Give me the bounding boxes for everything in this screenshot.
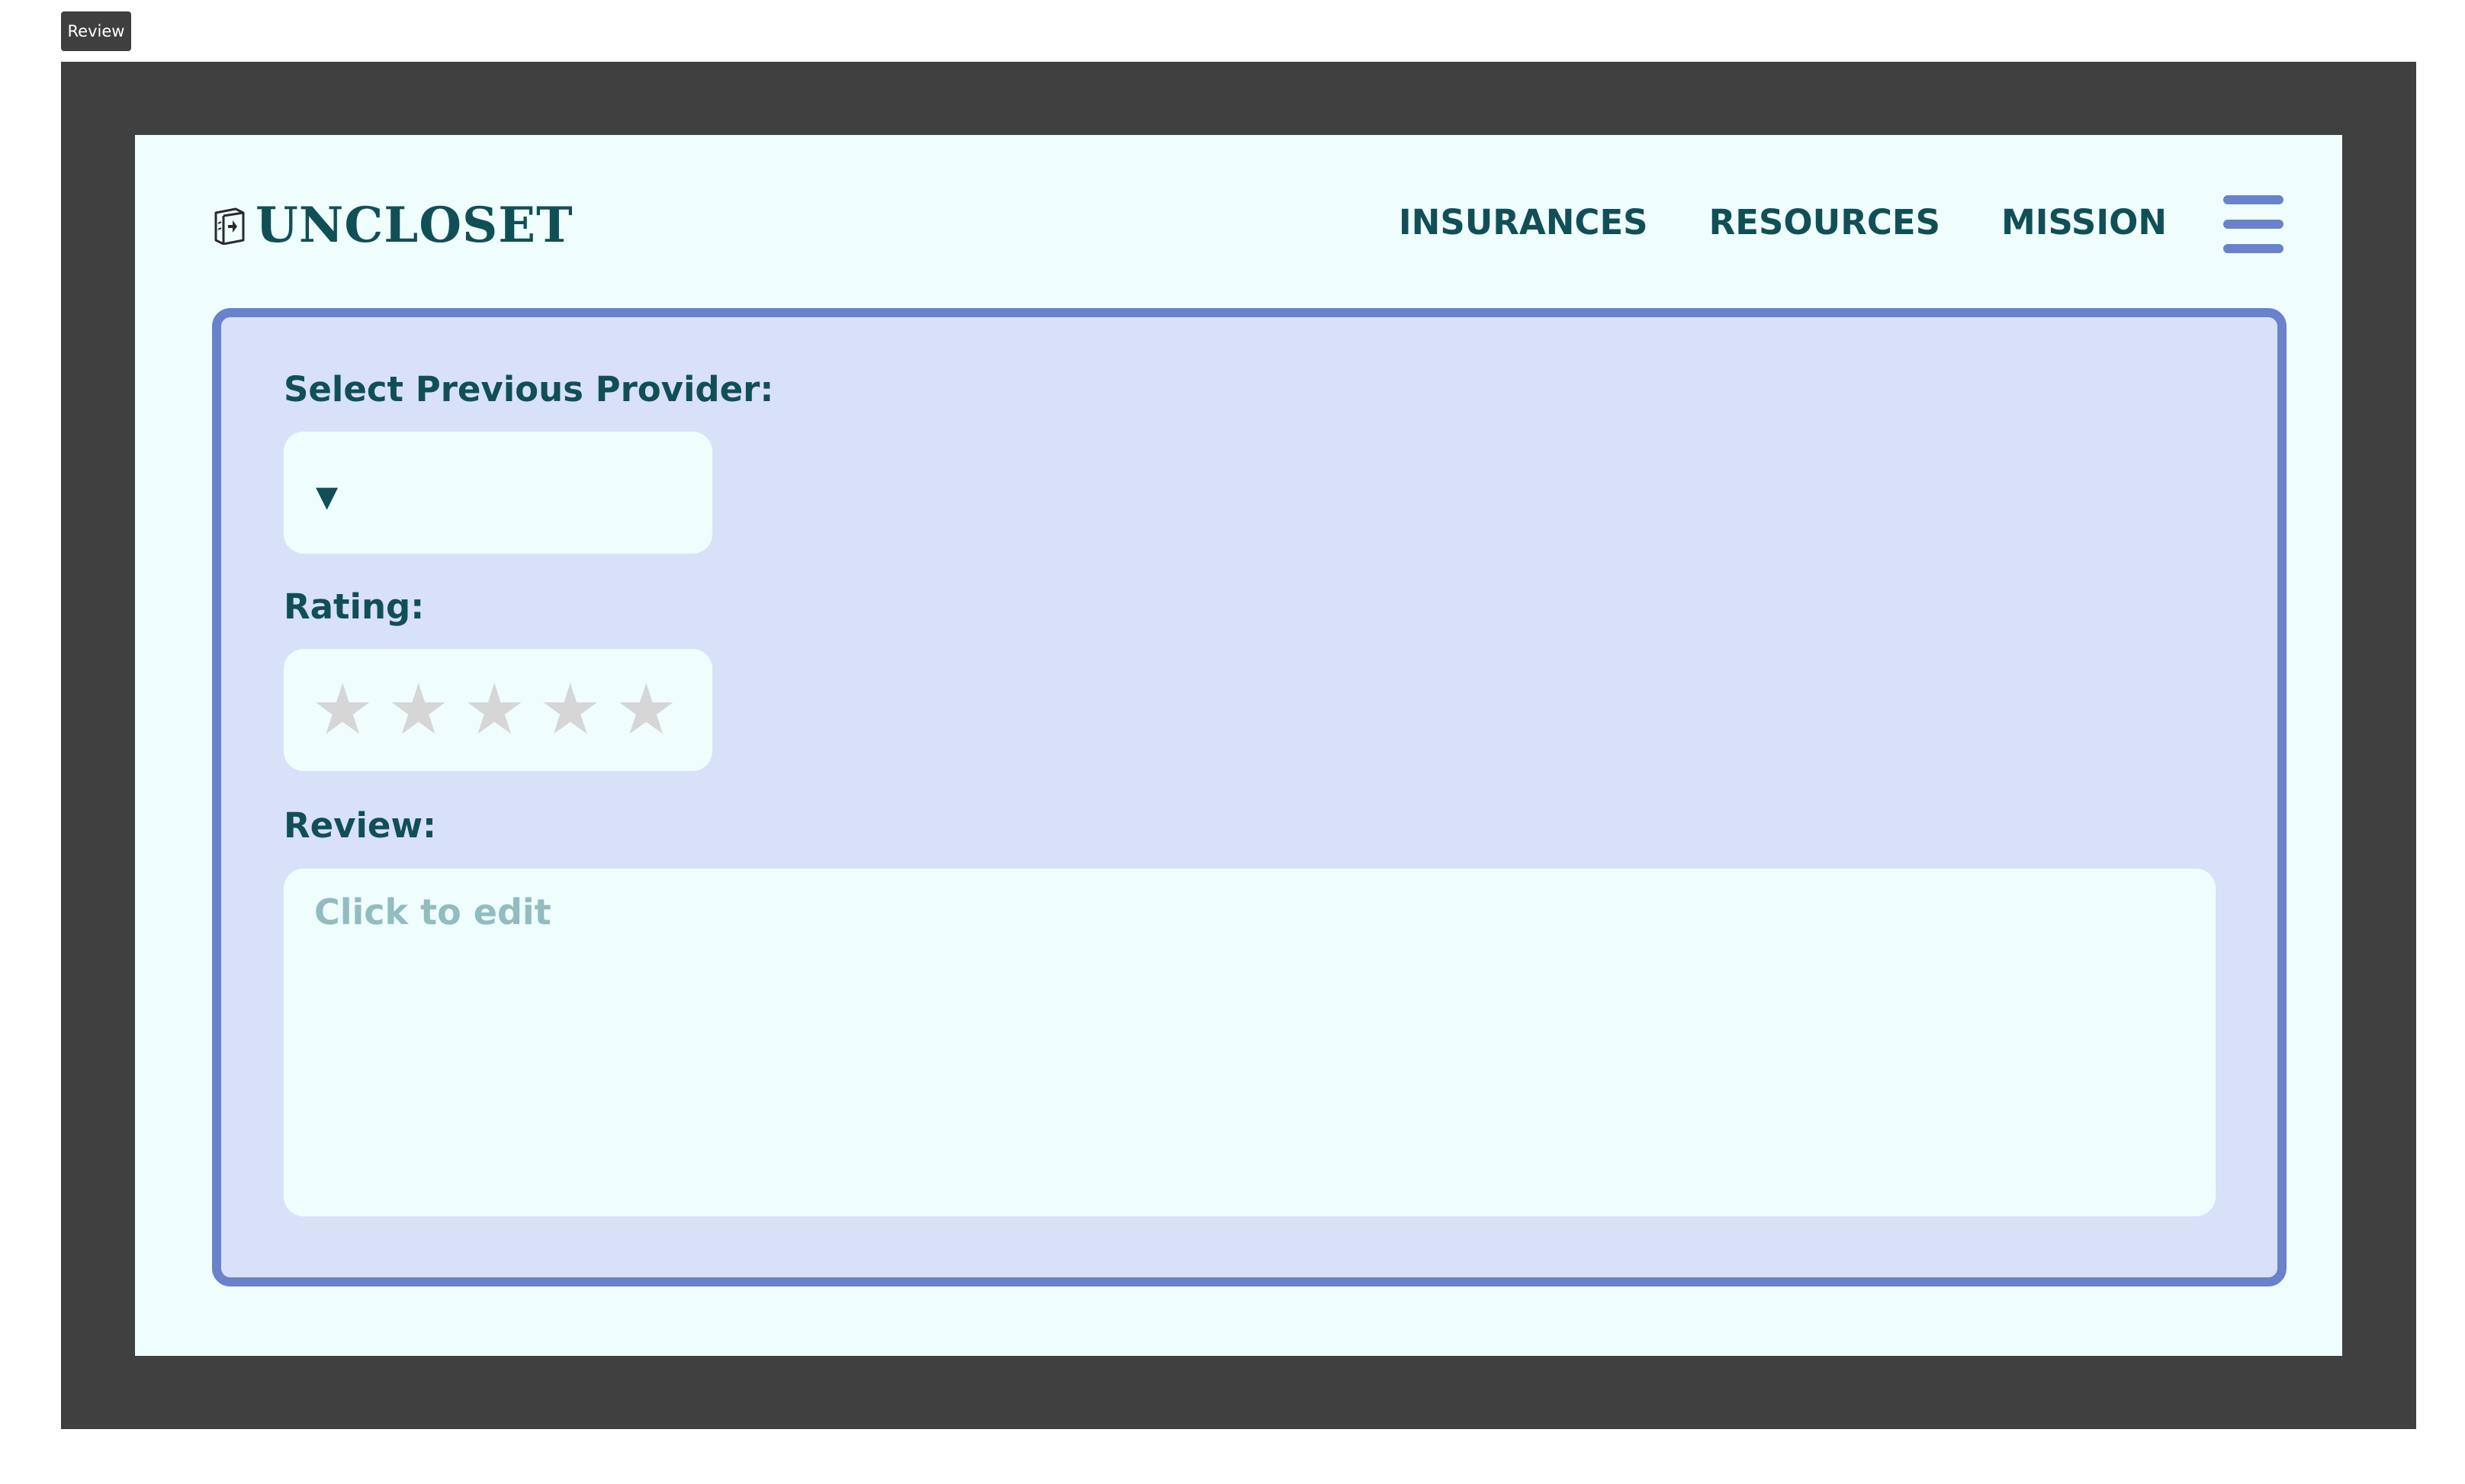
star-5-icon[interactable]: ★ <box>615 672 677 748</box>
star-1-icon[interactable]: ★ <box>311 672 374 748</box>
frame-tag: Review <box>61 11 131 51</box>
dropdown-arrow-icon: ▼ <box>316 480 339 513</box>
star-4-icon[interactable]: ★ <box>538 672 601 748</box>
nav-item-mission[interactable]: MISSION <box>2001 202 2167 243</box>
device-frame: UNCLOSET INSURANCES RESOURCES MISSION Se… <box>61 62 2416 1429</box>
main-nav: INSURANCES RESOURCES MISSION <box>1338 194 2167 249</box>
logo[interactable]: UNCLOSET <box>213 199 574 252</box>
nav-item-insurances[interactable]: INSURANCES <box>1399 202 1648 243</box>
review-placeholder: Click to edit <box>314 891 551 933</box>
rating-stars: ★ ★ ★ ★ ★ <box>284 649 712 771</box>
review-label: Review: <box>284 805 437 846</box>
closet-door-icon <box>214 207 245 245</box>
provider-label: Select Previous Provider: <box>284 369 774 410</box>
app-screen: UNCLOSET INSURANCES RESOURCES MISSION Se… <box>135 135 2342 1356</box>
nav-item-resources[interactable]: RESOURCES <box>1709 202 1940 243</box>
logo-text: UNCLOSET <box>255 197 574 254</box>
rating-label: Rating: <box>284 586 425 627</box>
hamburger-menu-icon[interactable] <box>2223 195 2283 255</box>
star-3-icon[interactable]: ★ <box>463 672 525 748</box>
review-form-card: Select Previous Provider: ▼ Rating: ★ ★ … <box>212 308 2287 1286</box>
review-textarea[interactable]: Click to edit <box>284 869 2216 1216</box>
provider-select[interactable]: ▼ <box>284 432 712 554</box>
star-2-icon[interactable]: ★ <box>387 672 449 748</box>
